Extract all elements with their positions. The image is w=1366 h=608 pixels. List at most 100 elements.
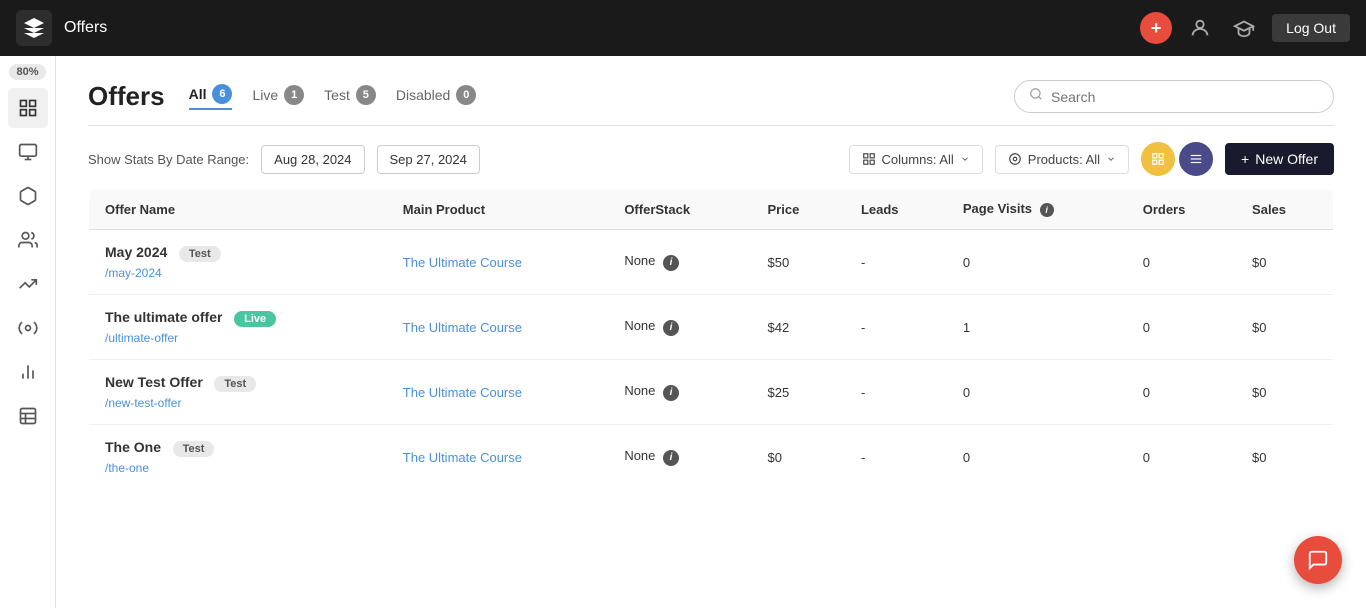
- products-filter-button[interactable]: Products: All: [995, 145, 1129, 174]
- cell-offer-name-0: May 2024 Test /may-2024: [89, 230, 387, 295]
- sidebar-item-orders[interactable]: [8, 88, 48, 128]
- offer-status-badge: Test: [179, 246, 221, 262]
- offer-slug[interactable]: /may-2024: [105, 266, 371, 280]
- search-box[interactable]: [1014, 80, 1334, 113]
- offer-slug[interactable]: /new-test-offer: [105, 396, 371, 410]
- offer-name-text: The ultimate offer: [105, 309, 222, 325]
- col-main-product: Main Product: [387, 189, 609, 230]
- new-offer-button[interactable]: + New Offer: [1225, 143, 1334, 175]
- page-title: Offers: [64, 19, 1128, 37]
- sidebar-item-analytics[interactable]: [8, 132, 48, 172]
- cell-page-visits-3: 0: [947, 425, 1127, 490]
- sidebar-item-products[interactable]: [8, 176, 48, 216]
- view-toggle: [1141, 142, 1213, 176]
- offer-status-badge: Test: [173, 441, 215, 457]
- cell-price-1: $42: [752, 295, 845, 360]
- offerstack-info-icon[interactable]: i: [663, 255, 679, 271]
- product-link[interactable]: The Ultimate Course: [403, 255, 522, 270]
- cell-offerstack-1: None i: [608, 295, 751, 360]
- add-button[interactable]: +: [1140, 12, 1172, 44]
- logout-button[interactable]: Log Out: [1272, 14, 1350, 42]
- toolbar: Show Stats By Date Range: Aug 28, 2024 S…: [88, 126, 1334, 188]
- user-icon[interactable]: [1184, 12, 1216, 44]
- tab-bar: All 6 Live 1 Test 5 Disabled 0: [189, 84, 990, 110]
- products-label: Products: All: [1028, 152, 1100, 167]
- offer-slug[interactable]: /the-one: [105, 461, 371, 475]
- table-row: New Test Offer Test /new-test-offer The …: [89, 360, 1334, 425]
- col-leads: Leads: [845, 189, 947, 230]
- list-view-button[interactable]: [1179, 142, 1213, 176]
- page-visits-info-icon[interactable]: i: [1040, 203, 1054, 217]
- cell-page-visits-2: 0: [947, 360, 1127, 425]
- cell-page-visits-0: 0: [947, 230, 1127, 295]
- offer-name-text: The One: [105, 439, 161, 455]
- col-offer-name: Offer Name: [89, 189, 387, 230]
- product-link[interactable]: The Ultimate Course: [403, 385, 522, 400]
- logo[interactable]: [16, 10, 52, 46]
- cell-offerstack-0: None i: [608, 230, 751, 295]
- cell-product-1: The Ultimate Course: [387, 295, 609, 360]
- table-row: The ultimate offer Live /ultimate-offer …: [89, 295, 1334, 360]
- table-header-row: Offer Name Main Product OfferStack Price…: [89, 189, 1334, 230]
- top-navigation: Offers + Log Out: [0, 0, 1366, 56]
- offer-name-text: May 2024: [105, 244, 167, 260]
- col-offerstack: OfferStack: [608, 189, 751, 230]
- search-input[interactable]: [1051, 89, 1319, 105]
- offers-header: Offers All 6 Live 1 Test 5 Disabled 0: [88, 56, 1334, 126]
- offer-status-badge: Live: [234, 311, 276, 327]
- offerstack-info-icon[interactable]: i: [663, 450, 679, 466]
- col-price: Price: [752, 189, 845, 230]
- cell-orders-0: 0: [1127, 230, 1236, 295]
- cell-leads-0: -: [845, 230, 947, 295]
- cell-leads-3: -: [845, 425, 947, 490]
- cell-offerstack-2: None i: [608, 360, 751, 425]
- sidebar-item-revenue[interactable]: [8, 264, 48, 304]
- graduation-icon[interactable]: [1228, 12, 1260, 44]
- tab-disabled[interactable]: Disabled 0: [396, 85, 476, 109]
- offer-slug[interactable]: /ultimate-offer: [105, 331, 371, 345]
- grid-view-button[interactable]: [1141, 142, 1175, 176]
- columns-label: Columns: All: [882, 152, 954, 167]
- tab-live[interactable]: Live 1: [252, 85, 304, 109]
- product-link[interactable]: The Ultimate Course: [403, 450, 522, 465]
- cell-offer-name-1: The ultimate offer Live /ultimate-offer: [89, 295, 387, 360]
- test-count-badge: 5: [356, 85, 376, 105]
- offer-name-text: New Test Offer: [105, 374, 203, 390]
- all-count-badge: 6: [212, 84, 232, 104]
- offer-status-badge: Test: [214, 376, 256, 392]
- stats-label: Show Stats By Date Range:: [88, 152, 249, 167]
- tab-test[interactable]: Test 5: [324, 85, 376, 109]
- offers-heading: Offers: [88, 81, 165, 112]
- date-start-input[interactable]: Aug 28, 2024: [261, 145, 364, 174]
- search-icon: [1029, 87, 1043, 106]
- cell-price-3: $0: [752, 425, 845, 490]
- cell-price-0: $50: [752, 230, 845, 295]
- table-row: May 2024 Test /may-2024 The Ultimate Cou…: [89, 230, 1334, 295]
- cell-page-visits-1: 1: [947, 295, 1127, 360]
- cell-price-2: $25: [752, 360, 845, 425]
- disabled-count-badge: 0: [456, 85, 476, 105]
- live-count-badge: 1: [284, 85, 304, 105]
- cell-product-2: The Ultimate Course: [387, 360, 609, 425]
- columns-filter-button[interactable]: Columns: All: [849, 145, 983, 174]
- cell-orders-1: 0: [1127, 295, 1236, 360]
- sidebar-item-table[interactable]: [8, 396, 48, 436]
- offers-table: Offer Name Main Product OfferStack Price…: [88, 188, 1334, 490]
- chat-button[interactable]: [1294, 536, 1342, 584]
- cell-orders-2: 0: [1127, 360, 1236, 425]
- product-link[interactable]: The Ultimate Course: [403, 320, 522, 335]
- cell-offer-name-2: New Test Offer Test /new-test-offer: [89, 360, 387, 425]
- sidebar-item-contacts[interactable]: [8, 220, 48, 260]
- main-content: Offers All 6 Live 1 Test 5 Disabled 0: [56, 56, 1366, 608]
- cell-product-3: The Ultimate Course: [387, 425, 609, 490]
- nav-actions: + Log Out: [1140, 12, 1350, 44]
- offerstack-info-icon[interactable]: i: [663, 320, 679, 336]
- progress-badge: 80%: [9, 64, 45, 80]
- offerstack-info-icon[interactable]: i: [663, 385, 679, 401]
- cell-sales-3: $0: [1236, 425, 1333, 490]
- date-end-input[interactable]: Sep 27, 2024: [377, 145, 480, 174]
- sidebar-item-settings[interactable]: [8, 308, 48, 348]
- cell-product-0: The Ultimate Course: [387, 230, 609, 295]
- sidebar-item-reports[interactable]: [8, 352, 48, 392]
- tab-all[interactable]: All 6: [189, 84, 233, 110]
